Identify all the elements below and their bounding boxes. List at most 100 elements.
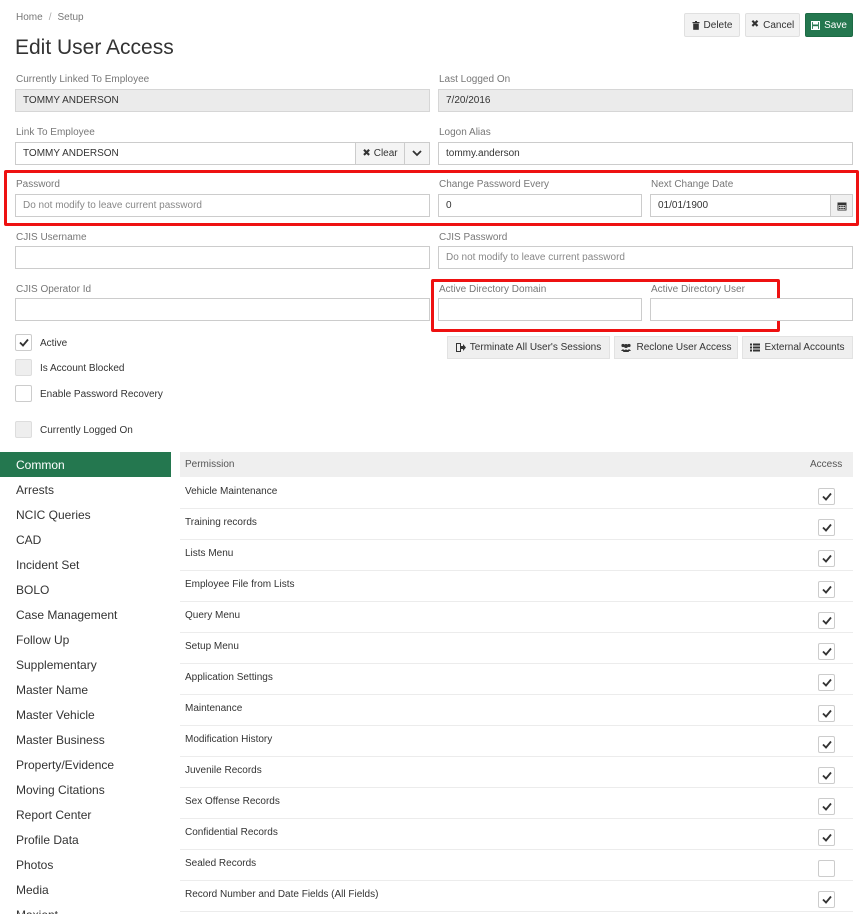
sidebar-item-label: Moving Citations [16, 782, 105, 797]
sidebar-item-master-vehicle[interactable]: Master Vehicle [0, 702, 171, 727]
last-logged-on-value: 7/20/2016 [446, 95, 491, 106]
permission-name: Confidential Records [185, 827, 278, 838]
ad-domain-field[interactable] [438, 298, 642, 321]
link-to-employee-field[interactable]: TOMMY ANDERSON [15, 142, 356, 165]
cjis-password-label: CJIS Password [439, 232, 508, 243]
table-row: Sealed Records [180, 850, 853, 881]
cjis-password-placeholder: Do not modify to leave current password [446, 252, 625, 263]
access-checkbox[interactable] [818, 612, 835, 629]
table-row: Vehicle Maintenance [180, 478, 853, 509]
calendar-icon[interactable] [830, 195, 852, 216]
sidebar-item-case-management[interactable]: Case Management [0, 602, 171, 627]
cancel-label: Cancel [763, 19, 795, 31]
next-change-value: 01/01/1900 [658, 200, 709, 211]
close-icon: ✖ [750, 19, 760, 30]
logon-alias-field[interactable]: tommy.anderson [438, 142, 853, 165]
cjis-operator-field[interactable] [15, 298, 430, 321]
breadcrumb: Home / Setup [16, 12, 84, 23]
sidebar-item-cad[interactable]: CAD [0, 527, 171, 552]
sidebar-item-ncic-queries[interactable]: NCIC Queries [0, 502, 171, 527]
access-checkbox[interactable] [818, 581, 835, 598]
access-checkbox[interactable] [818, 860, 835, 877]
access-checkbox[interactable] [818, 829, 835, 846]
breadcrumb-current[interactable]: Setup [57, 12, 83, 23]
access-checkbox[interactable] [818, 798, 835, 815]
sidebar-item-arrests[interactable]: Arrests [0, 477, 171, 502]
password-placeholder: Do not modify to leave current password [23, 200, 202, 211]
blocked-checkbox[interactable] [15, 359, 32, 376]
permission-name: Training records [185, 517, 257, 528]
access-checkbox[interactable] [818, 550, 835, 567]
save-button[interactable]: Save [805, 13, 853, 37]
sign-out-icon [455, 343, 466, 352]
sidebar-item-photos[interactable]: Photos [0, 852, 171, 877]
sidebar-item-label: Master Business [16, 732, 105, 747]
linked-employee-value: TOMMY ANDERSON [23, 95, 119, 106]
sidebar-item-label: NCIC Queries [16, 507, 91, 522]
sidebar-item-master-business[interactable]: Master Business [0, 727, 171, 752]
cjis-password-field[interactable]: Do not modify to leave current password [438, 246, 853, 269]
clear-employee-button[interactable]: ✖ Clear [355, 142, 405, 165]
access-checkbox[interactable] [818, 519, 835, 536]
permission-name: Employee File from Lists [185, 579, 295, 590]
save-label: Save [824, 19, 847, 31]
table-row: Maintenance [180, 695, 853, 726]
table-row: Record Number and Date Fields (All Field… [180, 881, 853, 912]
change-every-field[interactable]: 0 [438, 194, 642, 217]
access-checkbox[interactable] [818, 767, 835, 784]
password-field[interactable]: Do not modify to leave current password [15, 194, 430, 217]
link-to-employee-value: TOMMY ANDERSON [23, 148, 119, 159]
terminate-sessions-button[interactable]: Terminate All User's Sessions [447, 336, 610, 359]
access-checkbox[interactable] [818, 705, 835, 722]
active-label: Active [40, 338, 68, 349]
active-checkbox[interactable] [15, 334, 32, 351]
sidebar-item-label: Arrests [16, 482, 55, 497]
chevron-down-icon [412, 150, 422, 157]
checkmark-icon [821, 740, 832, 749]
access-checkbox[interactable] [818, 891, 835, 908]
sidebar-item-profile-data[interactable]: Profile Data [0, 827, 171, 852]
cancel-button[interactable]: ✖ Cancel [745, 13, 800, 37]
sidebar-item-label: Supplementary [16, 657, 97, 672]
sidebar-item-supplementary[interactable]: Supplementary [0, 652, 171, 677]
sidebar-item-bolo[interactable]: BOLO [0, 577, 171, 602]
table-row: Setup Menu [180, 633, 853, 664]
sidebar-item-label: CAD [16, 532, 42, 547]
ad-user-field[interactable] [650, 298, 853, 321]
table-row: Query Menu [180, 602, 853, 633]
trash-icon [692, 20, 700, 30]
change-every-value: 0 [446, 200, 452, 211]
access-checkbox[interactable] [818, 643, 835, 660]
list-icon [750, 343, 761, 352]
sidebar-item-property-evidence[interactable]: Property/Evidence [0, 752, 171, 777]
sidebar-item-label: Follow Up [16, 632, 70, 647]
external-accounts-button[interactable]: External Accounts [742, 336, 853, 359]
password-recovery-checkbox[interactable] [15, 385, 32, 402]
sidebar-item-follow-up[interactable]: Follow Up [0, 627, 171, 652]
employee-dropdown-button[interactable] [404, 142, 430, 165]
permission-name: Application Settings [185, 672, 273, 683]
access-checkbox[interactable] [818, 674, 835, 691]
last-logged-on-label: Last Logged On [439, 74, 511, 85]
sidebar-item-label: Master Name [16, 682, 89, 697]
sidebar-item-maxient[interactable]: Maxient [0, 902, 171, 914]
cjis-username-field[interactable] [15, 246, 430, 269]
reclone-access-button[interactable]: Reclone User Access [614, 336, 738, 359]
permission-name: Sex Offense Records [185, 796, 280, 807]
access-checkbox[interactable] [818, 488, 835, 505]
sidebar-item-media[interactable]: Media [0, 877, 171, 902]
permission-name: Maintenance [185, 703, 243, 714]
access-checkbox[interactable] [818, 736, 835, 753]
sidebar-item-report-center[interactable]: Report Center [0, 802, 171, 827]
next-change-field[interactable]: 01/01/1900 [650, 194, 853, 217]
sidebar-item-label: Case Management [16, 607, 118, 622]
last-logged-on-field: 7/20/2016 [438, 89, 853, 112]
sidebar-item-common[interactable]: Common [0, 452, 171, 477]
permission-name: Juvenile Records [185, 765, 262, 776]
delete-button[interactable]: Delete [684, 13, 740, 37]
sidebar-item-incident-set[interactable]: Incident Set [0, 552, 171, 577]
breadcrumb-home[interactable]: Home [16, 12, 43, 23]
sidebar-item-master-name[interactable]: Master Name [0, 677, 171, 702]
table-row: Modification History [180, 726, 853, 757]
sidebar-item-moving-citations[interactable]: Moving Citations [0, 777, 171, 802]
